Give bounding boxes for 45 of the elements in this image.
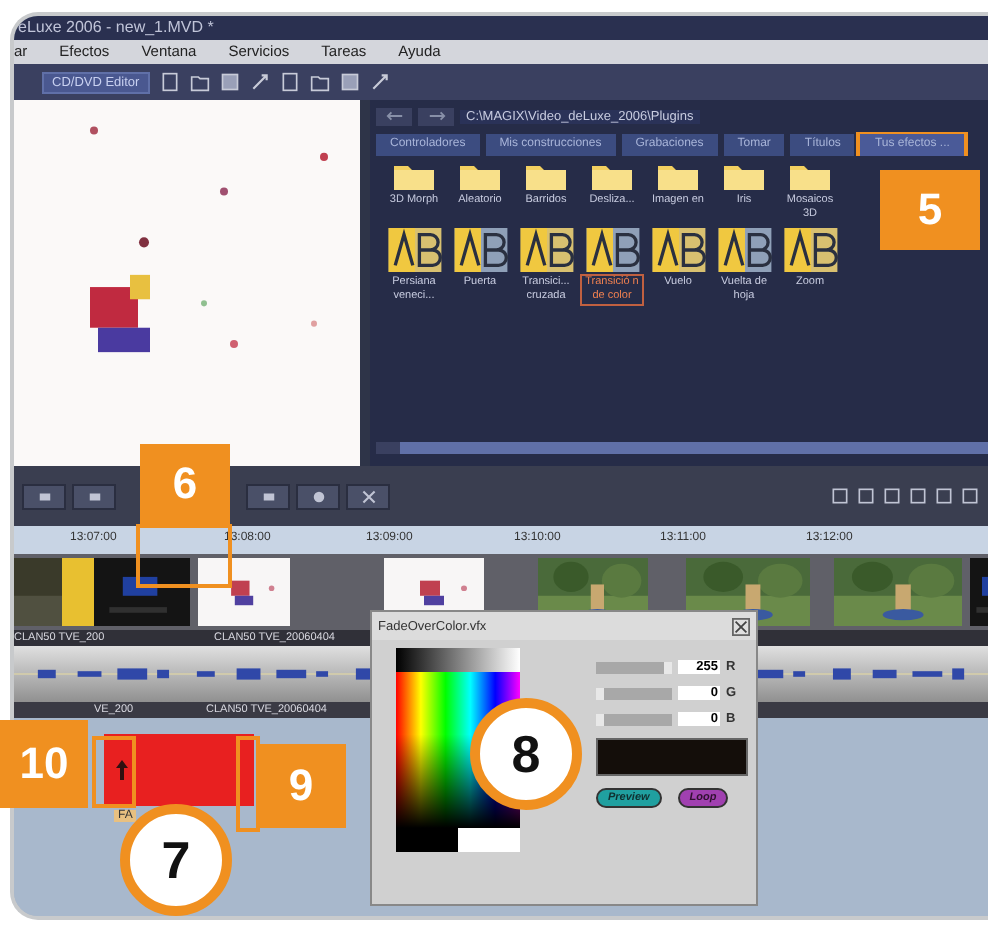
channel-slider[interactable] xyxy=(596,713,672,725)
folder-icon[interactable] xyxy=(592,162,632,190)
up-arrow-icon xyxy=(116,760,128,780)
callout-number: 5 xyxy=(880,170,980,250)
scrollbar-thumb[interactable] xyxy=(400,442,988,454)
letters-icon[interactable] xyxy=(783,228,837,272)
back-button[interactable] xyxy=(72,483,116,509)
record-button[interactable] xyxy=(296,483,340,509)
folder-icon[interactable] xyxy=(658,162,698,190)
channel-slider[interactable] xyxy=(596,687,672,699)
forward-arrow-icon xyxy=(427,110,445,122)
callout-number: 6 xyxy=(140,444,230,524)
back-arrow-icon xyxy=(385,110,403,122)
folder-icon[interactable] xyxy=(460,162,500,190)
letters-icon[interactable] xyxy=(651,228,705,272)
folder-icon[interactable] xyxy=(526,162,566,190)
letters-icon[interactable] xyxy=(717,228,771,272)
square-icon xyxy=(87,489,101,503)
square-icon xyxy=(37,489,51,503)
callout-number: 9 xyxy=(256,744,346,828)
highlight-outline xyxy=(92,736,136,808)
slider-thumb[interactable] xyxy=(596,713,604,725)
effect-clip[interactable] xyxy=(104,734,254,806)
back-button[interactable] xyxy=(376,107,412,125)
folder-icon[interactable] xyxy=(189,72,210,92)
callout-number: 10 xyxy=(0,720,88,808)
slider-thumb[interactable] xyxy=(596,687,604,699)
channel-slider[interactable] xyxy=(596,661,672,673)
rewind-button[interactable] xyxy=(22,483,66,509)
letters-icon[interactable] xyxy=(585,228,639,272)
close-icon[interactable] xyxy=(732,617,750,635)
folder-icon[interactable] xyxy=(724,162,764,190)
folder-icon[interactable] xyxy=(790,162,830,190)
letters-icon[interactable] xyxy=(453,228,507,272)
slider-thumb[interactable] xyxy=(664,661,672,673)
letters-icon[interactable] xyxy=(519,228,573,272)
folder-icon[interactable] xyxy=(394,162,434,190)
letters-icon[interactable] xyxy=(387,228,441,272)
cut-button[interactable] xyxy=(346,483,390,509)
scissors-icon xyxy=(361,489,375,503)
circle-icon xyxy=(311,489,325,503)
window-title: eLuxe 2006 - new_1.MVD * xyxy=(18,18,214,36)
forward-button[interactable] xyxy=(246,483,290,509)
square-icon xyxy=(261,489,275,503)
forward-button[interactable] xyxy=(418,107,454,125)
